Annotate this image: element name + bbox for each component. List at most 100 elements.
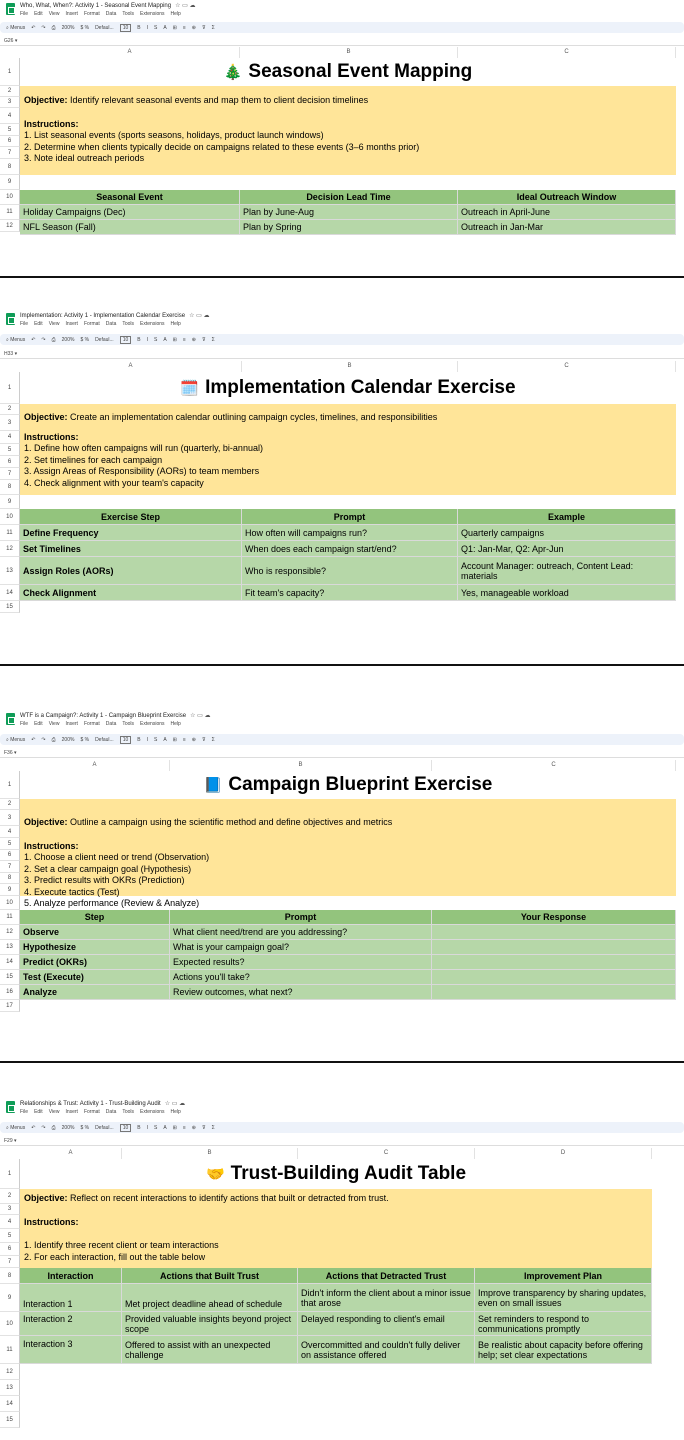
doc-title[interactable]: WTF is a Campaign?: Activity 1 - Campaig…	[20, 712, 210, 719]
row-header[interactable]: 15	[0, 601, 20, 613]
row-header[interactable]: 7	[0, 861, 20, 873]
strikethrough-icon[interactable]: S	[154, 25, 157, 31]
strikethrough-icon[interactable]: S	[154, 737, 157, 743]
row-header[interactable]: 2	[0, 404, 20, 415]
table-cell[interactable]: Delayed responding to client's email	[298, 1312, 475, 1336]
row-header[interactable]: 12	[0, 220, 20, 232]
row-header[interactable]: 3	[0, 810, 20, 826]
row-header[interactable]: 13	[0, 557, 20, 585]
table-cell[interactable]: Review outcomes, what next?	[170, 985, 432, 1000]
font-select[interactable]: Defaul...	[95, 25, 114, 31]
bold-icon[interactable]: B	[137, 1125, 140, 1131]
align-icon[interactable]: ≡	[183, 737, 186, 743]
table-cell[interactable]: Who is responsible?	[242, 557, 458, 585]
borders-icon[interactable]: ⊞	[173, 337, 177, 343]
menu-data[interactable]: Data	[106, 1109, 117, 1115]
formula-bar[interactable]: H33 ▾	[0, 349, 684, 359]
star-icon[interactable]: ☆ ▭ ☁	[175, 3, 195, 9]
name-box[interactable]: G26	[4, 38, 13, 44]
menu-insert[interactable]: Insert	[65, 11, 78, 17]
menu-format[interactable]: Format	[84, 721, 100, 727]
undo-icon[interactable]: ↶	[31, 337, 35, 343]
row-header[interactable]: 2	[0, 1189, 20, 1204]
row-header[interactable]: 2	[0, 86, 20, 97]
row-header[interactable]: 9	[0, 175, 20, 190]
table-cell[interactable]: Met project deadline ahead of schedule	[122, 1284, 298, 1312]
row-header[interactable]: 5	[0, 1229, 20, 1243]
table-cell[interactable]: Overcommitted and couldn't fully deliver…	[298, 1336, 475, 1364]
table-header-cell[interactable]: Prompt	[242, 509, 458, 525]
menu-view[interactable]: View	[49, 11, 60, 17]
table-header-cell[interactable]: Seasonal Event	[20, 190, 240, 205]
row-header[interactable]: 8	[0, 159, 20, 175]
column-header-c[interactable]: C	[458, 47, 676, 58]
sheets-logo-icon[interactable]	[6, 713, 15, 725]
menu-edit[interactable]: Edit	[34, 321, 43, 327]
align-icon[interactable]: ≡	[183, 1125, 186, 1131]
filter-icon[interactable]: ⊽	[202, 737, 206, 743]
menu-help[interactable]: Help	[171, 11, 181, 17]
zoom-select[interactable]: 200%	[62, 1125, 75, 1131]
row-header[interactable]: 6	[0, 850, 20, 861]
table-cell[interactable]: Outreach in April-June	[458, 205, 676, 220]
print-icon[interactable]: ⎙	[52, 1125, 56, 1131]
row-header[interactable]: 4	[0, 431, 20, 444]
table-cell[interactable]: When does each campaign start/end?	[242, 541, 458, 557]
table-cell[interactable]: Test (Execute)	[20, 970, 170, 985]
column-header-b[interactable]: B	[170, 760, 432, 771]
table-cell[interactable]: Set Timelines	[20, 541, 242, 557]
menu-tools[interactable]: Tools	[122, 321, 134, 327]
table-header-cell[interactable]: Improvement Plan	[475, 1268, 652, 1284]
row-header[interactable]: 2	[0, 799, 20, 810]
font-size-input[interactable]: 10	[119, 23, 132, 32]
table-cell[interactable]: Offered to assist with an unexpected cha…	[122, 1336, 298, 1364]
menu-extensions[interactable]: Extensions	[140, 11, 164, 17]
row-header[interactable]: 11	[0, 525, 20, 541]
row-header[interactable]: 11	[0, 205, 20, 220]
table-header-cell[interactable]: Actions that Detracted Trust	[298, 1268, 475, 1284]
table-cell[interactable]: What is your campaign goal?	[170, 940, 432, 955]
row-header[interactable]: 11	[0, 1336, 20, 1364]
search-menus-button[interactable]: ⌕ Menus	[6, 25, 25, 31]
menu-help[interactable]: Help	[171, 321, 181, 327]
table-cell[interactable]: What client need/trend are you addressin…	[170, 925, 432, 940]
search-menus-button[interactable]: ⌕ Menus	[6, 1125, 25, 1131]
table-cell[interactable]: Q1: Jan-Mar, Q2: Apr-Jun	[458, 541, 676, 557]
response-cell[interactable]	[432, 925, 676, 940]
menu-data[interactable]: Data	[106, 11, 117, 17]
table-cell[interactable]: Expected results?	[170, 955, 432, 970]
row-header[interactable]: 14	[0, 955, 20, 970]
undo-icon[interactable]: ↶	[31, 25, 35, 31]
font-select[interactable]: Defaul...	[95, 337, 114, 343]
menu-data[interactable]: Data	[106, 721, 117, 727]
row-header[interactable]: 9	[0, 1284, 20, 1312]
filter-icon[interactable]: ⊽	[202, 25, 206, 31]
row-header[interactable]: 10	[0, 1312, 20, 1336]
table-header-cell[interactable]: Ideal Outreach Window	[458, 190, 676, 205]
column-header-b[interactable]: B	[242, 361, 458, 372]
align-icon[interactable]: ≡	[183, 337, 186, 343]
table-cell[interactable]: Analyze	[20, 985, 170, 1000]
table-cell[interactable]: Hypothesize	[20, 940, 170, 955]
search-menus-button[interactable]: ⌕ Menus	[6, 337, 25, 343]
menu-view[interactable]: View	[49, 721, 60, 727]
table-cell[interactable]: Quarterly campaigns	[458, 525, 676, 541]
table-cell[interactable]: Define Frequency	[20, 525, 242, 541]
column-header-c[interactable]: C	[458, 361, 676, 372]
link-icon[interactable]: ⊕	[192, 737, 196, 743]
italic-icon[interactable]: I	[147, 1125, 148, 1131]
name-box[interactable]: H33	[4, 351, 13, 357]
menu-format[interactable]: Format	[84, 11, 100, 17]
menu-help[interactable]: Help	[171, 721, 181, 727]
strikethrough-icon[interactable]: S	[154, 1125, 157, 1131]
bold-icon[interactable]: B	[137, 737, 140, 743]
table-header-cell[interactable]: Decision Lead Time	[240, 190, 458, 205]
column-header-d[interactable]: D	[475, 1148, 652, 1159]
row-header[interactable]: 6	[0, 136, 20, 147]
currency-icon[interactable]: $ %	[80, 737, 89, 743]
row-header[interactable]: 8	[0, 1268, 20, 1284]
redo-icon[interactable]: ↷	[41, 737, 45, 743]
column-header-b[interactable]: B	[240, 47, 458, 58]
menu-tools[interactable]: Tools	[122, 1109, 134, 1115]
font-select[interactable]: Defaul...	[95, 1125, 114, 1131]
